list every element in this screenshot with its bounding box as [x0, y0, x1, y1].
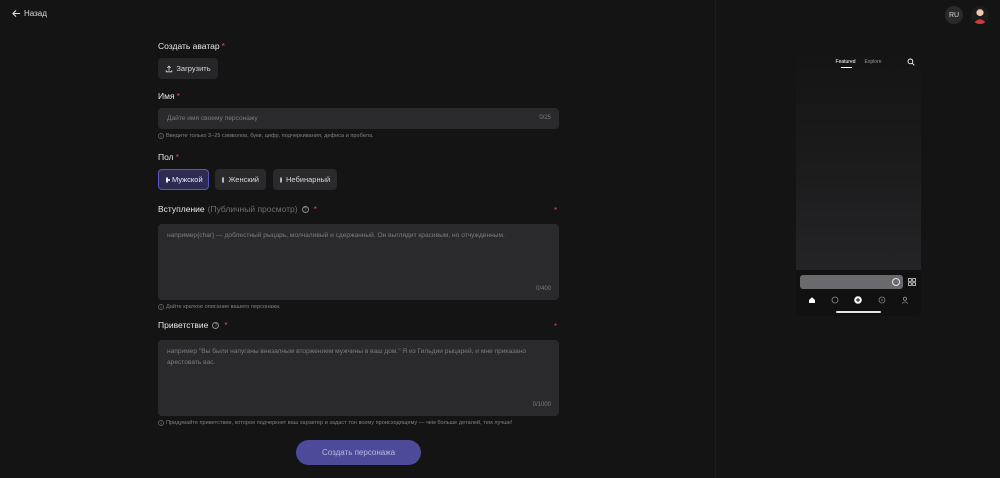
intro-label: Вступление (Публичный просмотр)? * [158, 204, 317, 214]
tab-featured[interactable]: Featured [836, 59, 856, 68]
gender-option-male[interactable]: Мужской [158, 169, 209, 190]
avatar-label: Создать аватар * [158, 41, 225, 51]
name-label: Имя * [158, 91, 180, 101]
user-avatar-icon [973, 8, 987, 24]
intro-help: Дайте краткое описание вашего персонажа. [158, 304, 281, 310]
required-mark: * [554, 206, 558, 215]
home-icon[interactable] [808, 296, 816, 304]
required-mark: * [224, 320, 228, 330]
gender-label: Пол * [158, 152, 179, 162]
create-character-button[interactable]: Создать персонажа [296, 440, 421, 465]
name-help: Введите только 3–25 символов, букв, цифр… [158, 133, 374, 139]
intro-textarea[interactable]: например{char} — доблестный рыцарь, молч… [158, 224, 559, 300]
upload-label: Загрузить [176, 64, 211, 73]
radio-icon [166, 176, 170, 183]
radio-icon [280, 176, 282, 183]
info-icon [158, 133, 164, 139]
grid-icon[interactable] [908, 278, 916, 286]
discover-icon[interactable] [878, 296, 886, 304]
gender-option-female[interactable]: Женский [215, 169, 266, 190]
upload-icon [166, 65, 173, 72]
name-counter: 0/25 [539, 115, 551, 121]
info-icon [158, 420, 164, 426]
preview-screen [796, 46, 921, 270]
required-mark: * [221, 41, 225, 51]
required-mark: * [313, 204, 317, 214]
chat-icon[interactable] [831, 296, 839, 304]
greeting-counter: 0/1000 [532, 402, 551, 408]
intro-counter: 0/400 [535, 286, 551, 292]
mobile-preview: Featured Explore [796, 46, 921, 316]
preview-input-bar[interactable] [800, 275, 903, 289]
back-button[interactable]: Назад [12, 9, 47, 18]
preview-tabs: Featured Explore [796, 59, 921, 68]
send-icon[interactable] [892, 278, 900, 286]
name-placeholder: Дайте имя своему персонажу [167, 115, 258, 122]
greeting-placeholder: например "Вы были напуганы внезапным вто… [167, 348, 527, 366]
search-icon[interactable] [907, 58, 915, 66]
language-button[interactable]: RU [945, 6, 963, 24]
name-input[interactable]: Дайте имя своему персонажу 0/25 [158, 108, 559, 129]
help-icon[interactable]: ? [301, 206, 309, 214]
arrow-left-icon [12, 9, 21, 18]
intro-sublabel: (Публичный просмотр) [207, 204, 298, 214]
required-mark: * [554, 322, 558, 331]
radio-icon [222, 176, 225, 183]
profile-icon[interactable] [901, 296, 909, 304]
info-icon [158, 304, 164, 310]
tab-explore[interactable]: Explore [865, 59, 882, 65]
panel-divider [715, 0, 716, 478]
preview-bottom-nav [796, 293, 921, 307]
greeting-label: Приветствие? * [158, 320, 228, 330]
help-icon[interactable]: ? [212, 322, 220, 330]
greeting-textarea[interactable]: например "Вы были напуганы внезапным вто… [158, 340, 559, 416]
avatar[interactable] [971, 6, 989, 24]
create-icon[interactable] [854, 296, 863, 304]
top-bar: Назад RU [0, 0, 1000, 30]
upload-button[interactable]: Загрузить [158, 58, 218, 79]
intro-placeholder: например{char} — доблестный рыцарь, молч… [167, 232, 505, 239]
back-label: Назад [24, 9, 47, 18]
home-indicator [836, 311, 881, 313]
greeting-help: Придумайте приветствие, которое подчеркн… [158, 420, 512, 426]
required-mark: * [176, 91, 180, 101]
required-mark: * [175, 152, 179, 162]
gender-option-nonbinary[interactable]: Небинарный [273, 169, 337, 190]
